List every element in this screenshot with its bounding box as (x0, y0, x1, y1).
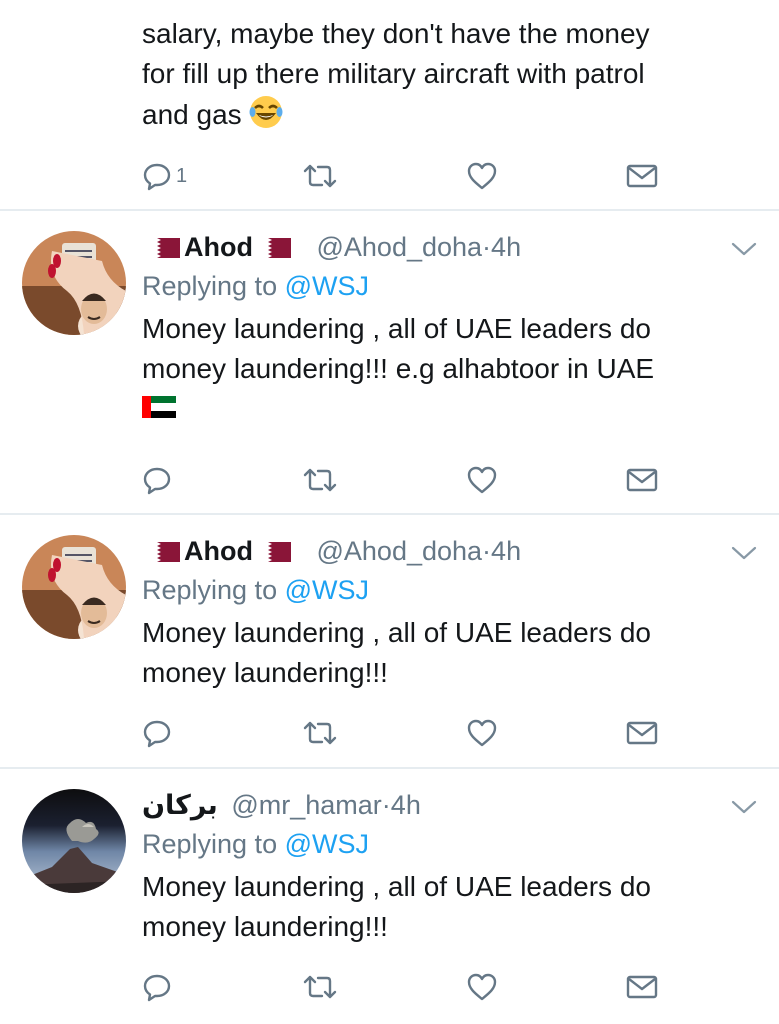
direct-message-button[interactable] (626, 715, 658, 751)
display-name[interactable]: Ahod (184, 536, 253, 566)
tweet-text: salary, maybe they don't have the money … (142, 14, 749, 135)
retweet-button[interactable] (302, 158, 338, 194)
timestamp[interactable]: 4h (391, 790, 421, 820)
display-name[interactable]: بركان (142, 790, 218, 820)
separator-dot: · (482, 536, 492, 566)
tweet-text-line: Money laundering , all of UAE leaders do (142, 617, 651, 648)
replying-to: Replying to @WSJ (142, 269, 749, 303)
reply-icon (143, 720, 171, 748)
replying-to-label: Replying to (142, 271, 278, 301)
like-button[interactable] (466, 158, 498, 194)
reply-button[interactable] (142, 715, 172, 751)
tweet-text: Money laundering , all of UAE leaders do… (142, 309, 749, 429)
tweet-text-line: money laundering!!! e.g alhabtoor in UAE (142, 353, 655, 384)
display-name[interactable]: Ahod (184, 232, 253, 262)
direct-message-button[interactable] (626, 158, 658, 194)
tweet-header: بركان @mr_hamar·4h (142, 789, 749, 821)
tweet-text: Money laundering , all of UAE leaders do… (142, 867, 749, 947)
reply-icon (143, 163, 171, 191)
tweet-text-line: salary, maybe they don't have the money (142, 18, 650, 49)
user-handle[interactable]: @Ahod_doha (317, 536, 483, 566)
tweet-actions (142, 969, 662, 1005)
qatar-flag-icon (146, 233, 180, 258)
chevron-down-icon[interactable] (731, 241, 757, 257)
separator-dot: · (381, 790, 391, 820)
tweet-card[interactable]: بركان @mr_hamar·4h Replying to @WSJ Mone… (0, 769, 779, 1024)
like-button[interactable] (466, 715, 498, 751)
qatar-flag-icon (256, 537, 291, 562)
retweet-icon (303, 721, 337, 745)
user-handle[interactable]: @mr_hamar (231, 790, 381, 820)
avatar-image (22, 231, 126, 335)
tweet-actions (142, 462, 662, 498)
retweet-icon (303, 164, 337, 188)
reply-icon (143, 974, 171, 1002)
timestamp[interactable]: 4h (491, 232, 521, 262)
reply-button[interactable]: 1 (142, 158, 187, 194)
tweet-card[interactable]: salary, maybe they don't have the money … (0, 0, 779, 211)
reply-icon (143, 467, 171, 495)
user-handle[interactable]: @Ahod_doha (317, 232, 483, 262)
avatar-image (22, 535, 126, 639)
separator-dot: · (482, 232, 492, 262)
tweet-text-line: Money laundering , all of UAE leaders do (142, 313, 651, 344)
tweet-actions (142, 715, 662, 751)
qatar-flag-icon (256, 233, 291, 258)
replying-to-mention[interactable]: @WSJ (285, 829, 369, 859)
direct-message-icon (626, 975, 658, 999)
tweet-header: Ahod @Ahod_doha·4h (142, 535, 749, 567)
avatar[interactable] (22, 535, 126, 639)
uae-flag-icon (142, 389, 176, 418)
qatar-flag-icon (146, 537, 180, 562)
retweet-button[interactable] (302, 969, 338, 1005)
direct-message-icon (626, 468, 658, 492)
replying-to: Replying to @WSJ (142, 827, 749, 861)
tweet-text-line: Money laundering , all of UAE leaders do (142, 871, 651, 902)
like-icon (467, 973, 497, 1001)
tweet-header: Ahod @Ahod_doha·4h (142, 231, 749, 263)
tweet-text-line: money laundering!!! (142, 657, 388, 688)
tweet-text: Money laundering , all of UAE leaders do… (142, 613, 749, 693)
reply-count: 1 (176, 164, 188, 187)
replying-to-mention[interactable]: @WSJ (285, 271, 369, 301)
direct-message-button[interactable] (626, 969, 658, 1005)
replying-to-mention[interactable]: @WSJ (285, 575, 369, 605)
laughing-emoji-icon (249, 96, 283, 128)
timestamp[interactable]: 4h (491, 536, 521, 566)
replying-to: Replying to @WSJ (142, 573, 749, 607)
avatar[interactable] (22, 231, 126, 335)
like-icon (467, 719, 497, 747)
like-button[interactable] (466, 462, 498, 498)
replying-to-label: Replying to (142, 829, 278, 859)
direct-message-icon (626, 721, 658, 745)
avatar[interactable] (22, 789, 126, 893)
chevron-down-icon[interactable] (731, 545, 757, 561)
like-icon (467, 466, 497, 494)
retweet-icon (303, 468, 337, 492)
retweet-icon (303, 975, 337, 999)
tweet-text-line: for fill up there military aircraft with… (142, 58, 645, 89)
tweet-card[interactable]: Ahod @Ahod_doha·4h Replying to @WSJ Mone… (0, 515, 779, 769)
reply-button[interactable] (142, 462, 172, 498)
tweet-text-line: and gas (142, 99, 242, 130)
retweet-button[interactable] (302, 715, 338, 751)
retweet-button[interactable] (302, 462, 338, 498)
like-icon (467, 162, 497, 190)
tweet-text-line: money laundering!!! (142, 911, 388, 942)
reply-button[interactable] (142, 969, 172, 1005)
tweet-actions: 1 (142, 158, 662, 194)
tweet-card[interactable]: Ahod @Ahod_doha·4h Replying to @WSJ Mone… (0, 211, 779, 515)
direct-message-button[interactable] (626, 462, 658, 498)
like-button[interactable] (466, 969, 498, 1005)
avatar-image (22, 789, 126, 893)
direct-message-icon (626, 164, 658, 188)
chevron-down-icon[interactable] (731, 799, 757, 815)
replying-to-label: Replying to (142, 575, 278, 605)
